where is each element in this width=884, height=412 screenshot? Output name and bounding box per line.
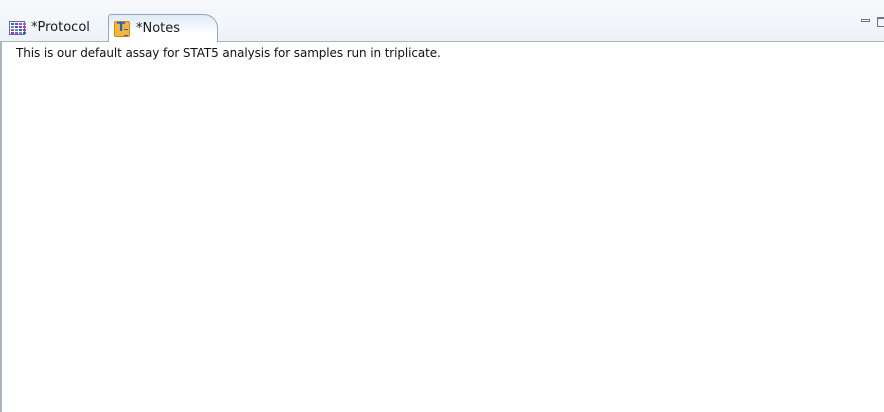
notes-editor[interactable]: This is our default assay for STAT5 anal… (0, 42, 884, 412)
maximize-icon[interactable] (876, 16, 884, 28)
tab-notes[interactable]: *Notes (108, 14, 218, 43)
tab-protocol-label: *Protocol (31, 20, 90, 35)
text-document-icon (114, 20, 130, 37)
tab-protocol[interactable]: *Protocol (3, 14, 107, 41)
tab-notes-label: *Notes (136, 21, 181, 36)
grid-table-icon (9, 20, 26, 35)
tab-bar: *Protocol *Notes (0, 0, 884, 43)
editor-content[interactable]: This is our default assay for STAT5 anal… (16, 46, 441, 60)
view-controls (860, 16, 884, 28)
minimize-icon[interactable] (860, 16, 872, 26)
eclipse-editor-window: *Protocol *Notes This is our default ass… (0, 0, 884, 412)
